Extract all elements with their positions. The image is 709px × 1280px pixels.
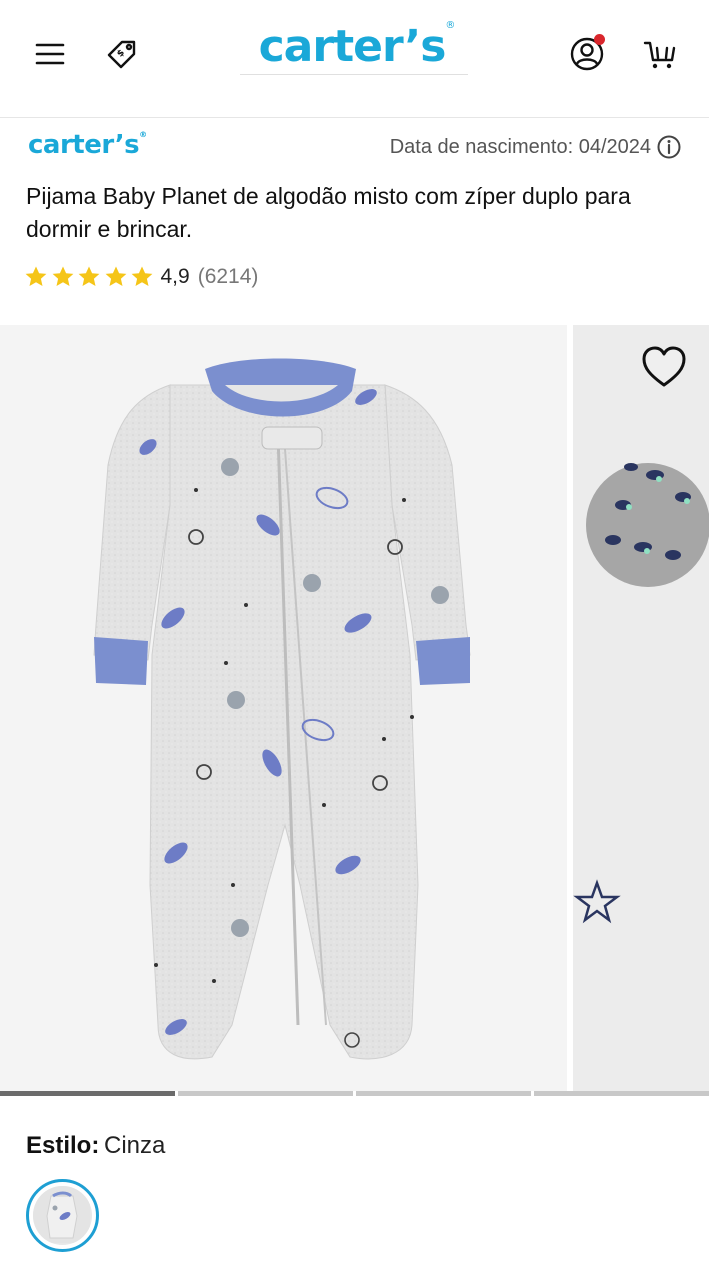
product-image-gallery[interactable] xyxy=(0,325,709,1091)
brand-registered-mark: ® xyxy=(139,130,147,139)
color-swatch-cinza[interactable] xyxy=(26,1179,99,1252)
birth-date-label: Data de nascimento: 04/2024 xyxy=(389,136,651,158)
style-label: Estilo: xyxy=(26,1132,100,1159)
logo-underline xyxy=(240,74,468,75)
star-icon xyxy=(77,265,101,289)
star-icon xyxy=(24,265,48,289)
brand-logo-text: carter’s xyxy=(28,130,140,160)
gallery-progress-indicator xyxy=(0,1091,709,1097)
logo-wordmark: carter’s xyxy=(258,21,447,72)
product-image-main[interactable] xyxy=(0,325,567,1091)
account-icon[interactable] xyxy=(566,33,608,75)
progress-segment-3[interactable] xyxy=(356,1091,531,1096)
star-icon xyxy=(104,265,128,289)
star-icon xyxy=(130,265,154,289)
notification-dot xyxy=(594,34,605,45)
heart-outline-icon[interactable] xyxy=(640,344,688,390)
top-header: $ carter’s® xyxy=(0,0,709,118)
price-tag-icon[interactable]: $ xyxy=(102,34,142,74)
menu-icon[interactable] xyxy=(30,36,70,72)
rating-value: 4,9 xyxy=(160,265,190,288)
brand-logo[interactable]: carter’s® xyxy=(28,130,147,160)
cart-icon[interactable] xyxy=(638,35,682,75)
progress-segment-2[interactable] xyxy=(178,1091,353,1096)
product-title: Pijama Baby Planet de algodão misto com … xyxy=(26,183,631,242)
logo-registered-mark: ® xyxy=(445,20,456,31)
progress-segment-4[interactable] xyxy=(534,1091,709,1096)
progress-segment-1[interactable] xyxy=(0,1091,175,1096)
product-image-next[interactable] xyxy=(573,325,709,1091)
swatch-thumbnail xyxy=(33,1186,92,1245)
star-icon xyxy=(51,265,75,289)
svg-text:$: $ xyxy=(115,48,127,60)
product-rating[interactable]: 4,9 (6214) xyxy=(24,262,258,292)
carters-logo[interactable]: carter’s® xyxy=(244,20,470,78)
style-value: Cinza xyxy=(104,1132,166,1159)
info-icon[interactable] xyxy=(656,134,682,160)
rating-count[interactable]: (6214) xyxy=(198,265,259,289)
